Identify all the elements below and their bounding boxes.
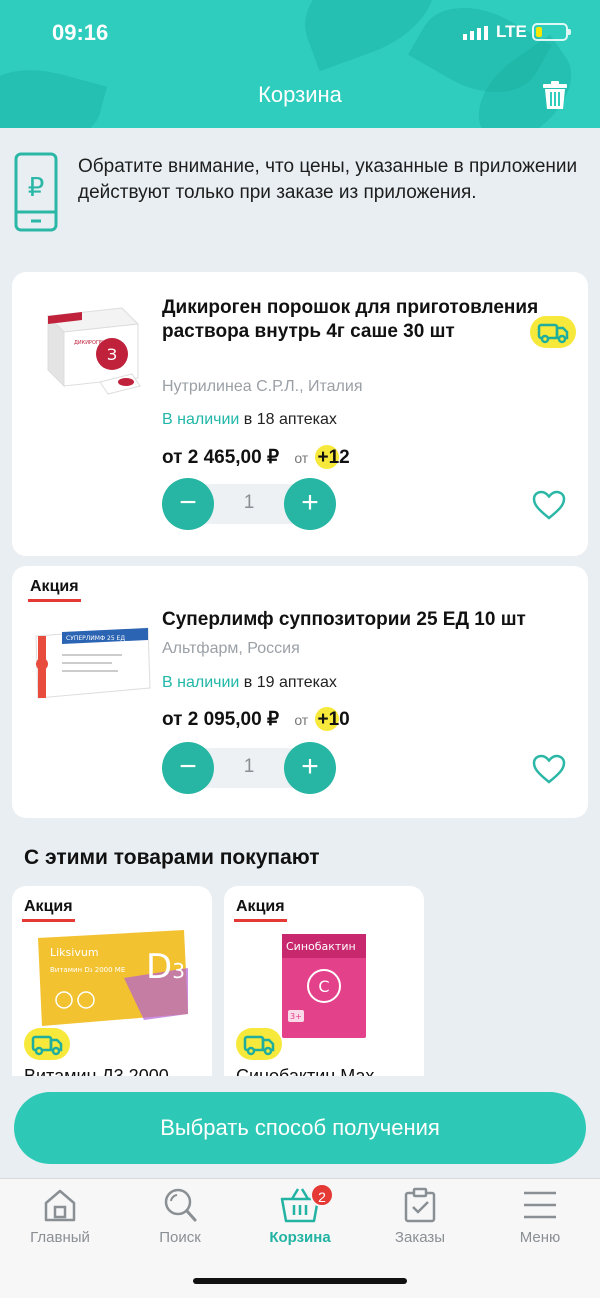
notice-text: Обратите внимание, что цены, указанные в… [78, 156, 578, 203]
svg-text:Витамин D₃ 2000 МЕ: Витамин D₃ 2000 МЕ [50, 966, 125, 974]
recommended-product-name[interactable]: Синобактин Мах [236, 1066, 374, 1076]
product-image: Синобактин C 3+ [282, 934, 366, 1038]
product-stock: В наличии в 18 аптеках [162, 411, 337, 429]
svg-text:₽: ₽ [28, 173, 45, 203]
product-price-row: от 2 465,00 ₽ от +12 [162, 445, 600, 469]
decrease-button[interactable]: − [162, 478, 214, 530]
tab-label: Меню [519, 1229, 561, 1246]
truck-icon [537, 323, 569, 344]
status-bar: 09:16 LTE [0, 18, 600, 50]
product-price-row: от 2 095,00 ₽ от +10 [162, 707, 600, 731]
product-image: Liksivum Витамин D₃ 2000 МЕ D3 [38, 930, 188, 1026]
svg-text:Синобактин: Синобактин [286, 940, 356, 953]
product-name[interactable]: Суперлимф суппозитории 25 ЕД 10 шт [162, 608, 542, 632]
quantity-value: 1 [243, 756, 255, 777]
increase-button[interactable]: + [284, 742, 336, 794]
tab-label: Главный [30, 1229, 90, 1246]
home-indicator [193, 1278, 407, 1284]
svg-text:З: З [107, 345, 117, 364]
cart-item-card[interactable]: З ДИКИРОГЕН Дикироген порошок для пригот… [12, 272, 588, 556]
delivery-badge [24, 1028, 70, 1060]
promo-tag: Акция [234, 898, 287, 922]
header: 09:16 LTE Корзина [0, 0, 600, 128]
trash-icon[interactable] [540, 80, 570, 110]
signal-icon [463, 26, 488, 40]
product-image: З ДИКИРОГЕН [46, 307, 141, 395]
tab-menu[interactable]: Меню [480, 1187, 600, 1246]
truck-icon [243, 1035, 275, 1056]
status-time: 09:16 [52, 20, 109, 45]
product-image: СУПЕРЛИМФ 25 ЕД [35, 627, 151, 699]
decrease-button[interactable]: − [162, 742, 214, 794]
svg-text:СУПЕРЛИМФ 25 ЕД: СУПЕРЛИМФ 25 ЕД [66, 635, 125, 642]
bonus-points: +10 [314, 707, 350, 731]
favorite-heart-icon[interactable] [532, 490, 566, 520]
truck-icon [31, 1035, 63, 1056]
search-icon [164, 1188, 197, 1222]
bonus-from-label: от [294, 712, 309, 728]
product-stock: В наличии в 19 аптеках [162, 674, 337, 692]
tab-label: Заказы [394, 1229, 446, 1246]
stock-available: В наличии [162, 411, 240, 428]
tab-label: Корзина [269, 1229, 331, 1246]
product-name[interactable]: Дикироген порошок для приготовления раст… [162, 296, 542, 344]
svg-text:Liksivum: Liksivum [50, 946, 99, 959]
svg-text:3+: 3+ [290, 1012, 302, 1021]
product-price: от 2 465,00 ₽ [162, 447, 280, 468]
quantity-value: 1 [243, 492, 255, 513]
stock-count: в 18 аптеках [239, 411, 337, 428]
orders-icon [404, 1187, 436, 1223]
quantity-stepper: − 1 + [162, 478, 336, 530]
stock-available: В наличии [162, 674, 240, 691]
tab-orders[interactable]: Заказы [360, 1187, 480, 1246]
svg-text:C: C [318, 977, 329, 996]
choose-delivery-button[interactable]: Выбрать способ получения [14, 1092, 586, 1164]
recommended-product-card[interactable]: Акция Liksivum Витамин D₃ 2000 МЕ D3 Вит… [12, 886, 212, 1076]
product-price: от 2 095,00 ₽ [162, 709, 280, 730]
section-title: С этими товарами покупают [24, 846, 320, 869]
stock-count: в 19 аптеках [239, 674, 337, 691]
price-notice: ₽ Обратите внимание, что цены, указанные… [14, 152, 584, 236]
bonus-from-label: от [294, 450, 309, 466]
promo-tag: Акция [28, 578, 81, 602]
tab-home[interactable]: Главный [0, 1187, 120, 1246]
quantity-stepper: − 1 + [162, 742, 336, 794]
product-manufacturer: Нутрилинеа С.Р.Л., Италия [162, 378, 363, 395]
delivery-badge [236, 1028, 282, 1060]
tab-cart[interactable]: 2 Корзина [240, 1183, 360, 1246]
delivery-badge [530, 316, 576, 348]
home-icon [44, 1189, 76, 1222]
cart-item-card[interactable]: Акция СУПЕРЛИМФ 25 ЕД Суперлимф суппозит… [12, 566, 588, 818]
page-title: Корзина [258, 82, 342, 107]
cart-count-badge: 2 [310, 1183, 334, 1207]
increase-button[interactable]: + [284, 478, 336, 530]
promo-tag: Акция [22, 898, 75, 922]
bonus-points: +12 [314, 445, 350, 469]
product-manufacturer: Альтфарм, Россия [162, 640, 300, 657]
svg-text:ДИКИРОГЕН: ДИКИРОГЕН [74, 340, 106, 346]
favorite-heart-icon[interactable] [532, 754, 566, 784]
battery-icon [532, 23, 571, 41]
tab-search[interactable]: Поиск [120, 1187, 240, 1246]
recommended-product-card[interactable]: Акция Синобактин C 3+ Синобактин Мах [224, 886, 424, 1076]
tab-label: Поиск [159, 1229, 201, 1246]
menu-icon [524, 1191, 556, 1219]
network-type: LTE [496, 22, 527, 41]
recommended-product-name[interactable]: Витамин Д3 2000 [24, 1066, 169, 1076]
phone-ruble-icon: ₽ [14, 152, 58, 232]
